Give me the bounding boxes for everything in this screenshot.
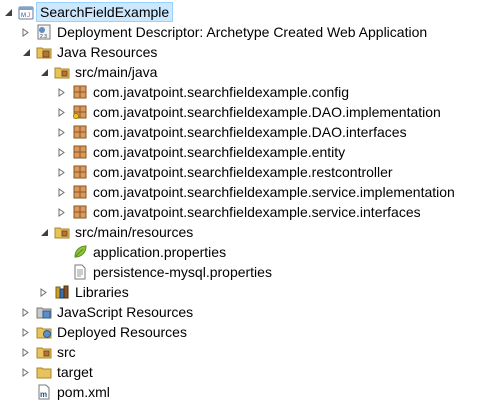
tree-item-persistence-properties[interactable]: persistence-mysql.properties xyxy=(68,262,272,282)
tree-item-label: com.javatpoint.searchfieldexample.config xyxy=(93,84,350,100)
tree-item-src[interactable]: src xyxy=(20,342,76,362)
collapsed-arrow-icon[interactable] xyxy=(38,282,50,302)
tree-item-label: com.javatpoint.searchfieldexample.servic… xyxy=(93,204,421,220)
tree-item-label: pom.xml xyxy=(57,384,110,400)
package-icon xyxy=(72,104,88,120)
tree-item-package[interactable]: com.javatpoint.searchfieldexample.DAO.im… xyxy=(56,102,441,122)
tree-item-src-main-resources[interactable]: src/main/resources xyxy=(38,222,193,242)
tree-item-libraries[interactable]: Libraries xyxy=(38,282,129,302)
package-icon xyxy=(72,164,88,180)
collapsed-arrow-icon[interactable] xyxy=(20,22,32,42)
collapsed-arrow-icon[interactable] xyxy=(56,182,68,202)
tree-item-deployed-resources[interactable]: Deployed Resources xyxy=(20,322,187,342)
tree-item-src-main-java[interactable]: src/main/java xyxy=(38,62,157,82)
tree-item-label: application.properties xyxy=(93,244,227,260)
collapsed-arrow-icon[interactable] xyxy=(56,202,68,222)
source-folder-icon xyxy=(54,64,70,80)
javascript-resources-icon xyxy=(36,304,52,320)
svg-text:M: M xyxy=(21,13,26,19)
expanded-arrow-icon[interactable] xyxy=(38,62,50,82)
web-descriptor-icon: 2.3 xyxy=(36,24,52,40)
expanded-arrow-icon[interactable] xyxy=(2,2,14,22)
tree-item-label: com.javatpoint.searchfieldexample.entity xyxy=(93,144,346,160)
tree-item-label: com.javatpoint.searchfieldexample.DAO.in… xyxy=(93,124,407,140)
package-icon xyxy=(72,124,88,140)
deployed-resources-icon xyxy=(36,324,52,340)
tree-item-package[interactable]: com.javatpoint.searchfieldexample.DAO.in… xyxy=(56,122,407,142)
tree-item-pom[interactable]: m pom.xml xyxy=(32,382,110,402)
tree-item-label: Java Resources xyxy=(57,44,158,60)
tree-item-label: persistence-mysql.properties xyxy=(93,264,272,280)
tree-item-label: JavaScript Resources xyxy=(57,304,194,320)
tree-item-label: Deployment Descriptor: Archetype Created… xyxy=(57,24,428,40)
tree-item-package[interactable]: com.javatpoint.searchfieldexample.entity xyxy=(56,142,345,162)
svg-text:m: m xyxy=(40,390,47,399)
tree-item-label: src xyxy=(57,344,76,360)
tree-item-label: src/main/resources xyxy=(75,224,194,240)
tree-item-label: target xyxy=(57,364,93,380)
collapsed-arrow-icon[interactable] xyxy=(56,122,68,142)
tree-item-javascript-resources[interactable]: JavaScript Resources xyxy=(20,302,193,322)
tree-item-label: com.javatpoint.searchfieldexample.DAO.im… xyxy=(93,104,441,120)
tree-item-label: src/main/java xyxy=(75,64,158,80)
maven-project-icon: M J xyxy=(18,4,34,20)
svg-text:J: J xyxy=(27,13,30,19)
tree-item-deployment-descriptor[interactable]: 2.3 Deployment Descriptor: Archetype Cre… xyxy=(20,22,427,42)
collapsed-arrow-icon[interactable] xyxy=(56,162,68,182)
source-folder-icon xyxy=(54,224,70,240)
tree-item-package[interactable]: com.javatpoint.searchfieldexample.servic… xyxy=(56,182,455,202)
tree-item-java-resources[interactable]: Java Resources xyxy=(20,42,157,62)
tree-item-target[interactable]: target xyxy=(20,362,93,382)
package-icon xyxy=(72,204,88,220)
tree-item-root-project[interactable]: M J SearchFieldExample xyxy=(2,2,174,22)
expanded-arrow-icon[interactable] xyxy=(20,42,32,62)
java-resources-icon xyxy=(36,44,52,60)
source-folder-icon xyxy=(36,344,52,360)
collapsed-arrow-icon[interactable] xyxy=(20,362,32,382)
tree-item-label: Libraries xyxy=(75,284,129,300)
collapsed-arrow-icon[interactable] xyxy=(20,342,32,362)
tree-item-application-properties[interactable]: application.properties xyxy=(68,242,226,262)
svg-text:2.3: 2.3 xyxy=(40,34,47,40)
collapsed-arrow-icon[interactable] xyxy=(56,142,68,162)
collapsed-arrow-icon[interactable] xyxy=(56,102,68,122)
tree-item-package[interactable]: com.javatpoint.searchfieldexample.config xyxy=(56,82,349,102)
package-icon xyxy=(72,84,88,100)
tree-item-package[interactable]: com.javatpoint.searchfieldexample.restco… xyxy=(56,162,393,182)
collapsed-arrow-icon[interactable] xyxy=(20,302,32,322)
folder-icon xyxy=(36,364,52,380)
tree-item-label: com.javatpoint.searchfieldexample.servic… xyxy=(93,184,455,200)
package-icon xyxy=(72,184,88,200)
tree-item-package[interactable]: com.javatpoint.searchfieldexample.servic… xyxy=(56,202,421,222)
package-icon xyxy=(72,144,88,160)
expanded-arrow-icon[interactable] xyxy=(38,222,50,242)
maven-pom-icon: m xyxy=(36,384,52,400)
properties-file-icon xyxy=(72,244,88,260)
tree-item-label: com.javatpoint.searchfieldexample.restco… xyxy=(93,164,393,180)
collapsed-arrow-icon[interactable] xyxy=(56,82,68,102)
collapsed-arrow-icon[interactable] xyxy=(20,322,32,342)
tree-item-label: Deployed Resources xyxy=(57,324,187,340)
tree-item-label: SearchFieldExample xyxy=(36,2,174,22)
text-file-icon xyxy=(72,264,88,280)
libraries-icon xyxy=(54,284,70,300)
